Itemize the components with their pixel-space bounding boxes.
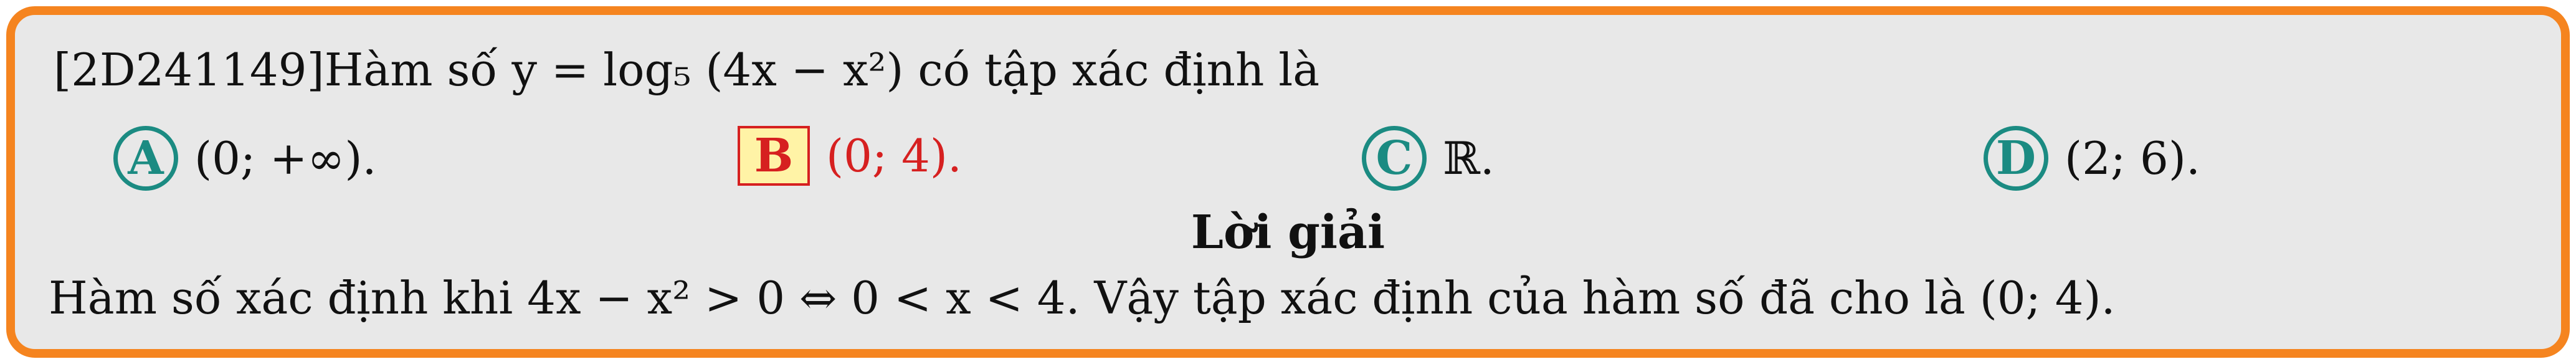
option-c-text: ℝ. <box>1443 132 1495 184</box>
solution-title: Lời giải <box>1191 206 1385 259</box>
option-d-text: (2; 6). <box>2065 132 2200 184</box>
solution-text: Hàm số xác định khi 4x − x² > 0 ⇔ 0 < x … <box>49 272 2116 324</box>
option-b[interactable]: B (0; 4). <box>738 126 962 186</box>
option-d-marker: D <box>1984 126 2048 191</box>
question-card: [2D241149]Hàm số y = log₅ (4x − x²) có t… <box>6 6 2570 358</box>
question-line: [2D241149]Hàm số y = log₅ (4x − x²) có t… <box>54 47 1319 92</box>
option-a[interactable]: A (0; +∞). <box>113 126 376 191</box>
option-b-marker: B <box>738 126 810 186</box>
option-a-text: (0; +∞). <box>194 132 377 184</box>
options-row: A (0; +∞). B (0; 4). C ℝ. D (2; 6). <box>15 126 2561 194</box>
question-id: [2D241149] <box>54 44 325 96</box>
option-d[interactable]: D (2; 6). <box>1984 126 2200 191</box>
question-text: Hàm số y = log₅ (4x − x²) có tập xác địn… <box>324 44 1320 96</box>
option-a-marker: A <box>113 126 178 191</box>
option-b-text: (0; 4). <box>826 130 962 182</box>
option-c-marker: C <box>1362 126 1427 191</box>
option-c[interactable]: C ℝ. <box>1362 126 1495 191</box>
